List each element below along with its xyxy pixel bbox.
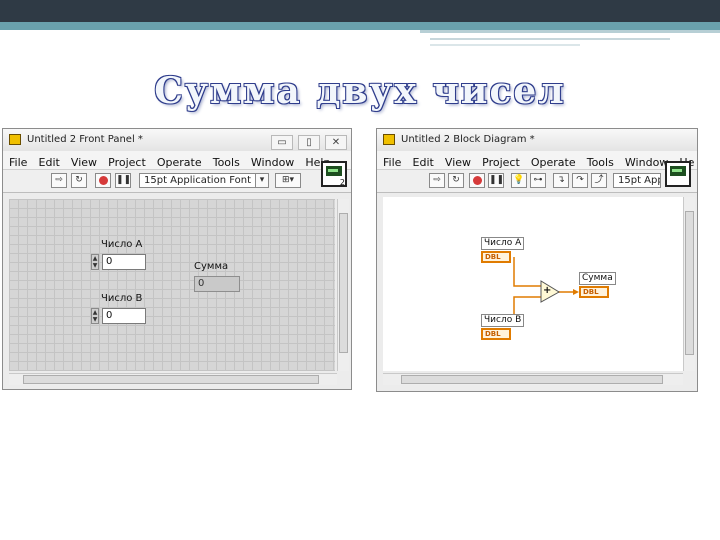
- horizontal-scrollbar[interactable]: [9, 373, 337, 385]
- slide-header-accent-light: [420, 30, 720, 33]
- number-b-stepper[interactable]: ▲ ▼: [91, 308, 99, 324]
- abort-icon[interactable]: [95, 173, 111, 188]
- number-b-node-label: Число В: [481, 314, 525, 327]
- menu-bar: File Edit View Project Operate Tools Win…: [3, 151, 351, 170]
- scrollbar-thumb[interactable]: [23, 375, 319, 384]
- front-panel-window: Untitled 2 Front Panel * ▭ ▯ ✕ File Edit V…: [2, 128, 352, 390]
- close-button[interactable]: ✕: [325, 135, 347, 150]
- scrollbar-thumb[interactable]: [401, 375, 663, 384]
- add-symbol: +: [543, 285, 552, 296]
- number-b-terminal[interactable]: DBL: [481, 328, 511, 340]
- window-title: Untitled 2 Front Panel *: [27, 134, 143, 145]
- run-arrow-icon[interactable]: ⇨: [51, 173, 67, 188]
- wire-a: [513, 257, 541, 287]
- number-a-label: Число А: [101, 239, 143, 250]
- number-a-node-label: Число А: [481, 237, 525, 250]
- labview-app-icon: [9, 134, 21, 145]
- sum-label: Сумма: [194, 261, 229, 272]
- slide-header-accent: [0, 22, 720, 30]
- front-panel-canvas[interactable]: [9, 199, 335, 371]
- vertical-scrollbar[interactable]: [683, 197, 695, 371]
- minimize-button[interactable]: ▭: [271, 135, 293, 150]
- slide-decor-line: [430, 44, 580, 46]
- sum-terminal[interactable]: DBL: [579, 286, 609, 298]
- vi-icon-badge: 2: [339, 178, 345, 187]
- window-controls: ▭ ▯ ✕: [266, 130, 347, 150]
- vi-icon-trace: [328, 169, 338, 172]
- number-b-label: Число В: [101, 293, 143, 304]
- toolbar: ⇨ ↻ ❚❚ 15pt Application Font ▾ ⊞▾: [3, 170, 351, 193]
- chevron-down-icon[interactable]: ▾: [255, 173, 269, 188]
- vi-connector-icon[interactable]: 2: [321, 161, 347, 187]
- sum-node-label: Сумма: [579, 272, 616, 285]
- font-selector[interactable]: 15pt Application Font: [139, 173, 269, 188]
- slide-title: Сумма двух чисел: [154, 70, 566, 112]
- vertical-scrollbar[interactable]: [337, 199, 349, 371]
- slide-decor-line: [430, 38, 670, 40]
- pause-icon[interactable]: ❚❚: [115, 173, 131, 188]
- sum-indicator: 0: [194, 276, 240, 292]
- wires: [508, 257, 579, 317]
- number-a-input[interactable]: 0: [102, 254, 146, 270]
- run-continuously-icon[interactable]: ↻: [71, 173, 87, 188]
- slide-header-bar: [0, 0, 720, 22]
- maximize-button[interactable]: ▯: [298, 135, 320, 150]
- block-diagram-window: Untitled 2 Block Diagram * File Edit Vie…: [376, 128, 698, 392]
- align-objects-icon[interactable]: ⊞▾: [275, 173, 301, 188]
- number-a-terminal[interactable]: DBL: [481, 251, 511, 263]
- front-panel-titlebar[interactable]: Untitled 2 Front Panel * ▭ ▯ ✕: [3, 129, 351, 151]
- scrollbar-thumb[interactable]: [339, 213, 348, 353]
- number-b-input[interactable]: 0: [102, 308, 146, 324]
- scrollbar-thumb[interactable]: [685, 211, 694, 355]
- number-a-stepper[interactable]: ▲ ▼: [91, 254, 99, 270]
- horizontal-scrollbar[interactable]: [383, 373, 683, 385]
